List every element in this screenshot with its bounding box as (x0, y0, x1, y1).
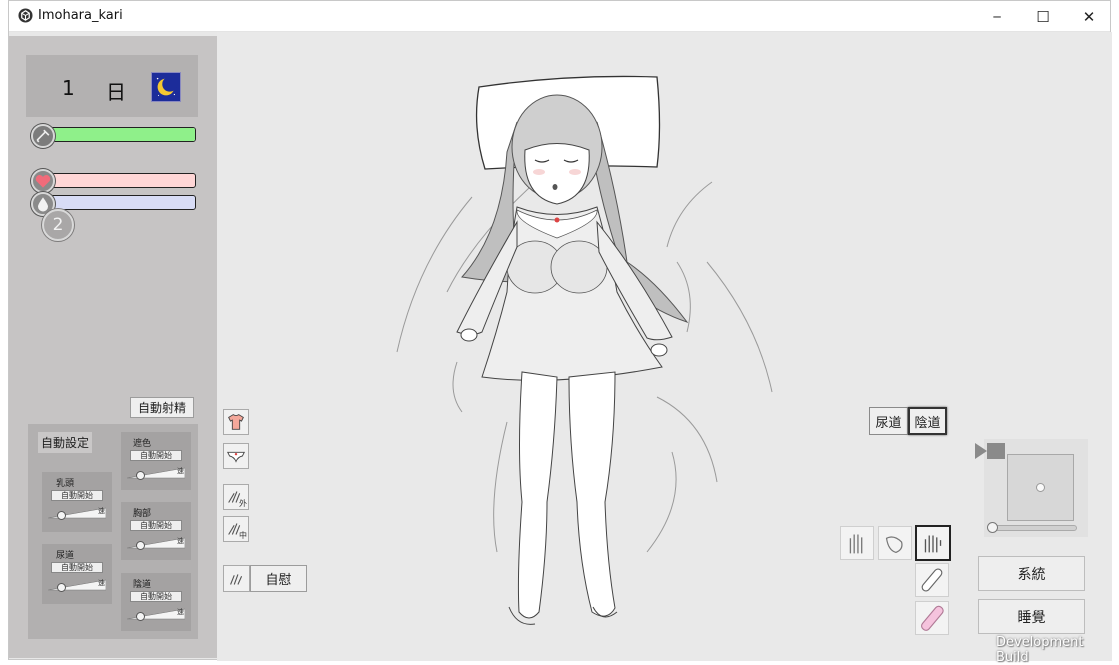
day-label: 日 (106, 80, 126, 104)
section-label: 陰道 (133, 580, 152, 590)
speed-slider-knob[interactable] (56, 583, 66, 592)
tool-vibrator[interactable] (915, 601, 949, 635)
camera-pan-handle[interactable] (1036, 483, 1045, 492)
target-toggle: 尿道 陰道 (869, 407, 947, 435)
crescent-moon-icon (156, 76, 178, 96)
speed-slider-knob[interactable] (56, 511, 66, 520)
auto-settings-panel: 自動設定 乳頭 自動開始 速 尿道 自動開始 速 遮色 自動開始 速 胸部 自動… (28, 424, 198, 639)
auto-start-button[interactable]: 自動開始 (51, 490, 103, 501)
desktop-left-edge (0, 0, 8, 665)
camera-zoom-knob[interactable] (987, 522, 998, 533)
tool-hand-point[interactable] (878, 526, 912, 560)
auto-start-button[interactable]: 自動開始 (130, 591, 182, 602)
auto-section-chest: 胸部 自動開始 速 (121, 502, 191, 560)
window-title: Imohara_kari (38, 8, 123, 23)
title-bar: Imohara_kari ─ ☐ ✕ (9, 1, 1110, 32)
heart-icon (31, 169, 55, 193)
auto-section-vagina: 陰道 自動開始 速 (121, 573, 191, 631)
hand-inside-button[interactable]: 中 (223, 516, 249, 542)
masturbate-icon-tile[interactable] (223, 565, 250, 592)
auto-section-nipple: 乳頭 自動開始 速 (42, 472, 112, 532)
day-number: 1 (62, 76, 75, 100)
section-label: 乳頭 (56, 479, 75, 489)
minimize-button[interactable]: ─ (974, 1, 1020, 32)
unity-app-icon (18, 8, 33, 23)
maximize-button[interactable]: ☐ (1020, 1, 1066, 32)
stamina-bar (46, 127, 196, 142)
stamina-bar-fill (47, 128, 195, 141)
masturbate-button[interactable]: 自慰 (250, 565, 307, 592)
hand-outside-button[interactable]: 外 (223, 484, 249, 510)
speed-slider-knob[interactable] (135, 471, 145, 480)
panties-icon (227, 451, 245, 463)
camera-zoom-slider[interactable] (992, 525, 1077, 531)
speed-tag: 速 (177, 608, 184, 616)
pointing-hand-icon (885, 536, 903, 554)
remove-top-button[interactable] (223, 409, 249, 435)
desktop-right-edge (1111, 0, 1119, 665)
toggle-urethra[interactable]: 尿道 (869, 407, 908, 435)
day-box: 1 日 (26, 55, 198, 117)
speed-tag: 速 (177, 467, 184, 475)
vibrator-icon (921, 605, 944, 631)
rotor-icon (921, 568, 943, 592)
speed-tag: 速 (98, 579, 105, 587)
auto-start-button[interactable]: 自動開始 (130, 450, 182, 461)
open-hand-icon (849, 534, 863, 554)
excitement-bar (46, 173, 196, 188)
fluid-bar (46, 195, 196, 210)
auto-settings-label: 自動設定 (38, 432, 92, 453)
minimize-icon: ─ (993, 9, 1001, 24)
system-button[interactable]: 系統 (978, 556, 1085, 591)
shirt-icon (228, 414, 244, 430)
time-of-day-indicator (151, 72, 181, 102)
toggle-vagina[interactable]: 陰道 (908, 407, 947, 435)
speed-slider-knob[interactable] (135, 541, 145, 550)
auto-section-color: 遮色 自動開始 速 (121, 432, 191, 490)
close-button[interactable]: ✕ (1066, 1, 1112, 32)
tool-hand-grab[interactable] (915, 525, 951, 561)
auto-start-button[interactable]: 自動開始 (130, 520, 182, 531)
app-window: Imohara_kari ─ ☐ ✕ 1 日 2 自動射精 自動設定 乳頭 自動… (8, 0, 1112, 665)
hand-inside-label: 中 (239, 531, 247, 540)
auto-start-button[interactable]: 自動開始 (51, 562, 103, 573)
close-icon: ✕ (1082, 7, 1096, 26)
auto-section-urethra: 尿道 自動開始 速 (42, 544, 112, 604)
remove-underwear-button[interactable] (223, 443, 249, 469)
auto-ejaculate-button[interactable]: 自動射精 (130, 397, 194, 418)
hand-outside-label: 外 (239, 499, 247, 508)
status-sidebar: 1 日 2 自動射精 自動設定 乳頭 自動開始 速 尿道 自動開始 速 遮色 自… (9, 36, 217, 658)
speed-slider-knob[interactable] (135, 612, 145, 621)
syringe-icon (31, 124, 55, 148)
section-label: 尿道 (56, 551, 75, 561)
maximize-icon: ☐ (1036, 7, 1050, 26)
sleep-button[interactable]: 睡覺 (978, 599, 1085, 634)
section-label: 胸部 (133, 509, 152, 519)
development-build-watermark: Development Build (996, 635, 1084, 665)
speed-tag: 速 (98, 507, 105, 515)
section-label: 遮色 (133, 439, 152, 449)
tool-hand-open[interactable] (840, 526, 874, 560)
grab-hand-icon (924, 535, 942, 553)
tool-rotor[interactable] (915, 563, 949, 597)
speed-tag: 速 (177, 537, 184, 545)
counter-badge: 2 (42, 209, 74, 241)
camera-icon (975, 443, 1005, 459)
hand-icon (229, 573, 242, 585)
